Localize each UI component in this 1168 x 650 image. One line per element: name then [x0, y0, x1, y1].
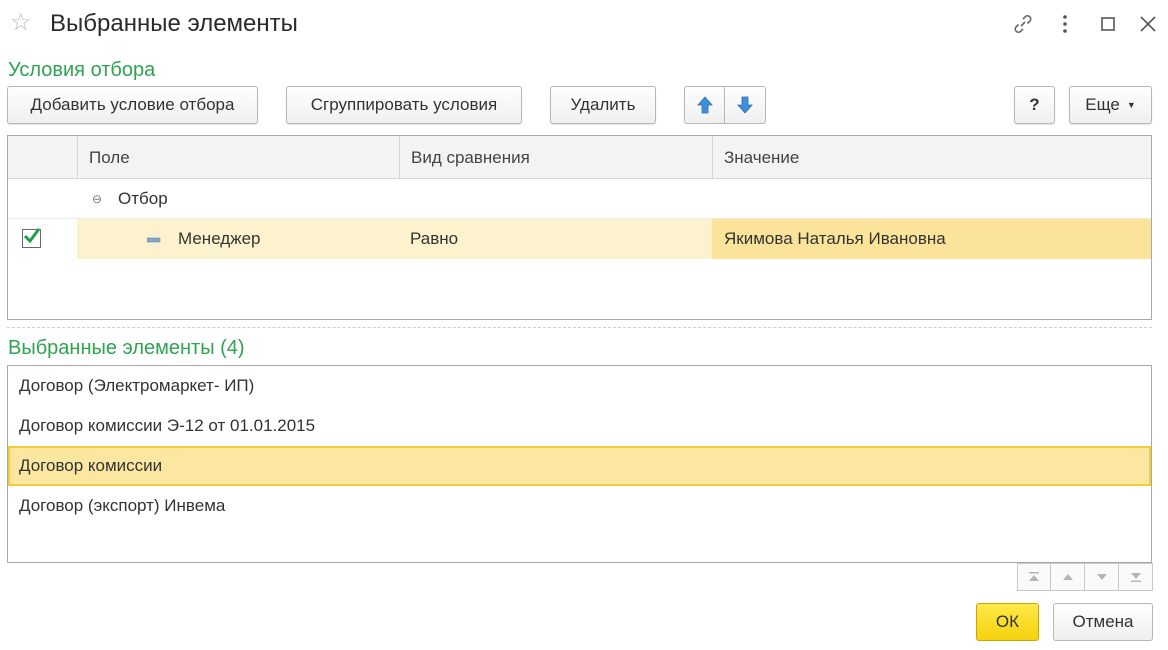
group-row[interactable]: ⊖ Отбор	[8, 179, 1151, 219]
last-icon	[1130, 573, 1141, 582]
arrow-down-icon	[737, 96, 753, 114]
list-item[interactable]: Договор комиссии Э-12 от 01.01.2015	[8, 406, 1151, 446]
collapse-icon[interactable]: ⊖	[92, 179, 102, 219]
filter-section-title: Условия отбора	[8, 59, 156, 81]
link-icon[interactable]	[1008, 8, 1038, 40]
move-bottom-button[interactable]	[1119, 563, 1153, 591]
dash-icon	[146, 219, 161, 259]
move-prev-button[interactable]	[1051, 563, 1085, 591]
cancel-button[interactable]: Отмена	[1053, 603, 1153, 641]
list-item-selected[interactable]: Договор комиссии	[8, 446, 1151, 486]
delete-button[interactable]: Удалить	[550, 86, 656, 124]
move-down-button[interactable]	[725, 86, 766, 124]
help-button[interactable]: ?	[1014, 86, 1055, 124]
close-icon[interactable]	[1133, 8, 1163, 40]
more-icon[interactable]	[1050, 8, 1080, 40]
selected-section-title: Выбранные элементы (4)	[8, 337, 245, 359]
grid-header: Поле Вид сравнения Значение	[8, 136, 1151, 179]
star-icon[interactable]: ☆	[10, 10, 32, 36]
first-icon	[1029, 572, 1039, 581]
chevron-down-icon: ▼	[1126, 100, 1136, 110]
list-item[interactable]: Договор (экспорт) Инвема	[8, 486, 1151, 526]
more-button[interactable]: Еще ▼	[1069, 86, 1152, 124]
move-top-button[interactable]	[1017, 563, 1051, 591]
filter-grid: Поле Вид сравнения Значение ⊖ Отбор Мене…	[7, 135, 1152, 320]
column-field[interactable]: Поле	[77, 136, 399, 179]
column-comparison[interactable]: Вид сравнения	[399, 136, 712, 179]
arrow-up-icon	[696, 96, 713, 114]
list-item[interactable]: Договор (Электромаркет- ИП)	[8, 366, 1151, 406]
group-label: Отбор	[118, 189, 168, 208]
ok-button[interactable]: ОК	[976, 603, 1039, 641]
more-button-label: Еще	[1085, 95, 1120, 114]
up-icon	[1062, 574, 1073, 580]
column-value[interactable]: Значение	[712, 136, 1151, 179]
move-buttons	[684, 86, 766, 124]
row-checkbox[interactable]	[22, 228, 41, 248]
move-up-button[interactable]	[684, 86, 725, 124]
list-navigation	[1017, 563, 1153, 591]
section-divider	[7, 327, 1152, 328]
move-next-button[interactable]	[1085, 563, 1119, 591]
check-icon	[23, 228, 41, 244]
value-cell[interactable]: Якимова Наталья Ивановна	[724, 219, 946, 259]
field-cell: Менеджер	[178, 229, 261, 248]
row-selection-bg	[77, 219, 712, 259]
down-icon	[1096, 574, 1107, 580]
comparison-cell: Равно	[410, 229, 459, 248]
window-title: Выбранные элементы	[50, 10, 298, 37]
maximize-icon[interactable]	[1093, 8, 1123, 40]
selected-list: Договор (Электромаркет- ИП) Договор коми…	[7, 365, 1152, 563]
title-bar: ☆ Выбранные элементы	[0, 0, 1168, 50]
table-row[interactable]: Менеджер Равно Якимова Наталья Ивановна	[8, 219, 1151, 259]
add-condition-button[interactable]: Добавить условие отбора	[7, 86, 258, 124]
group-conditions-button[interactable]: Сгруппировать условия	[286, 86, 522, 124]
checkbox-cell	[8, 219, 77, 259]
